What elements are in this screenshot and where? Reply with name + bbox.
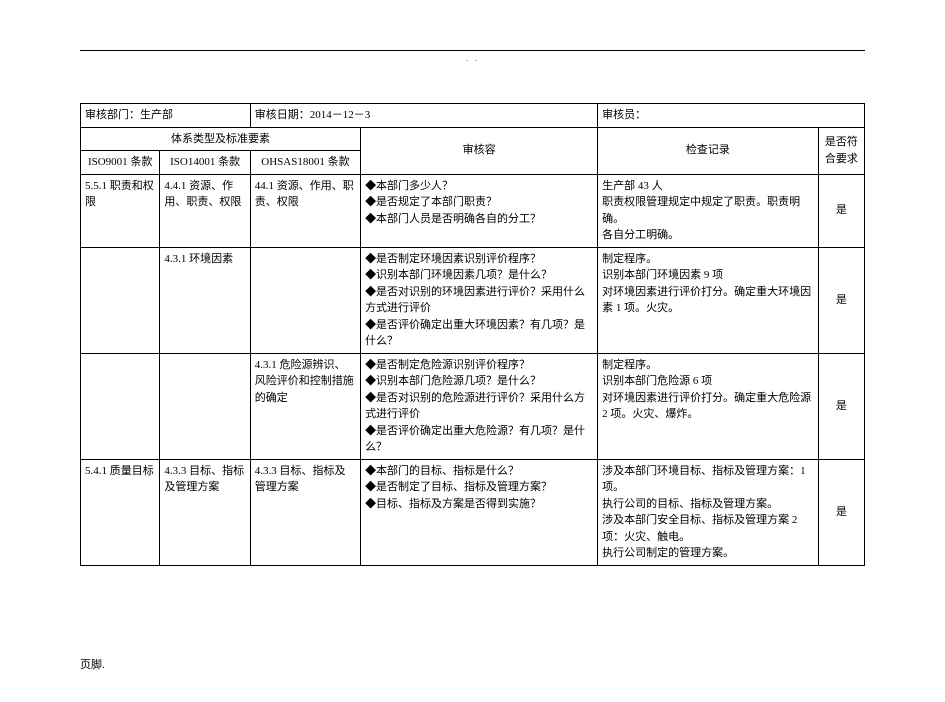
header-mark: . . — [80, 53, 865, 63]
date-value: 2014－12－3 — [310, 109, 371, 121]
header-system-type: 体系类型及标准要素 — [81, 127, 361, 151]
info-row: 审核部门：生产部 审核日期：2014－12－3 审核员： — [81, 104, 865, 128]
date-label: 审核日期： — [255, 109, 310, 121]
cell-ohsas: 4.3.1 危险源辨识、风险评价和控制措施的确定 — [250, 353, 360, 459]
date-cell: 审核日期：2014－12－3 — [250, 104, 597, 128]
dept-label: 审核部门： — [85, 109, 140, 121]
cell-iso14001: 4.3.1 环境因素 — [160, 247, 250, 353]
cell-ohsas: 44.1 资源、作用、职责、权限 — [250, 174, 360, 247]
cell-record: 涉及本部门环境目标、指标及管理方案：1 项。执行公司的目标、指标及管理方案。涉及… — [598, 459, 819, 565]
header-record: 检查记录 — [598, 127, 819, 174]
dept-value: 生产部 — [140, 109, 173, 121]
cell-iso9001 — [81, 353, 160, 459]
auditor-cell: 审核员： — [598, 104, 865, 128]
header-conform: 是否符合要求 — [818, 127, 864, 174]
page-footer: 页脚. — [80, 656, 865, 672]
cell-content: ◆本部门的目标、指标是什么？◆是否制定了目标、指标及管理方案？◆目标、指标及方案… — [361, 459, 598, 565]
header-row-1: 体系类型及标准要素 审核容 检查记录 是否符合要求 — [81, 127, 865, 151]
cell-iso9001: 5.5.1 职责和权限 — [81, 174, 160, 247]
cell-conform: 是 — [818, 247, 864, 353]
header-ohsas: OHSAS18001 条款 — [250, 151, 360, 175]
cell-conform: 是 — [818, 174, 864, 247]
cell-conform: 是 — [818, 353, 864, 459]
dept-cell: 审核部门：生产部 — [81, 104, 251, 128]
cell-iso14001: 4.3.3 目标、指标及管理方案 — [160, 459, 250, 565]
cell-content: ◆是否制定环境因素识别评价程序？◆识别本部门环境因素几项？是什么？◆是否对识别的… — [361, 247, 598, 353]
cell-iso14001 — [160, 353, 250, 459]
table-row: 4.3.1 环境因素 ◆是否制定环境因素识别评价程序？◆识别本部门环境因素几项？… — [81, 247, 865, 353]
audit-table: 审核部门：生产部 审核日期：2014－12－3 审核员： 体系类型及标准要素 审… — [80, 103, 865, 566]
cell-ohsas: 4.3.3 目标、指标及管理方案 — [250, 459, 360, 565]
auditor-label: 审核员： — [602, 109, 646, 121]
cell-iso9001 — [81, 247, 160, 353]
table-row: 5.5.1 职责和权限 4.4.1 资源、作用、职责、权限 44.1 资源、作用… — [81, 174, 865, 247]
cell-content: ◆是否制定危险源识别评价程序？◆识别本部门危险源几项？是什么？◆是否对识别的危险… — [361, 353, 598, 459]
header-audit-content: 审核容 — [361, 127, 598, 174]
cell-record: 制定程序。识别本部门危险源 6 项对环境因素进行评价打分。确定重大危险源 2 项… — [598, 353, 819, 459]
header-iso9001: ISO9001 条款 — [81, 151, 160, 175]
cell-record: 制定程序。识别本部门环境因素 9 项对环境因素进行评价打分。确定重大环境因素 1… — [598, 247, 819, 353]
cell-iso14001: 4.4.1 资源、作用、职责、权限 — [160, 174, 250, 247]
cell-ohsas — [250, 247, 360, 353]
cell-iso9001: 5.4.1 质量目标 — [81, 459, 160, 565]
table-row: 5.4.1 质量目标 4.3.3 目标、指标及管理方案 4.3.3 目标、指标及… — [81, 459, 865, 565]
table-row: 4.3.1 危险源辨识、风险评价和控制措施的确定 ◆是否制定危险源识别评价程序？… — [81, 353, 865, 459]
header-iso14001: ISO14001 条款 — [160, 151, 250, 175]
cell-content: ◆本部门多少人？◆是否规定了本部门职责？◆本部门人员是否明确各自的分工？ — [361, 174, 598, 247]
cell-conform: 是 — [818, 459, 864, 565]
cell-record: 生产部 43 人职责权限管理规定中规定了职责。职责明确。各自分工明确。 — [598, 174, 819, 247]
page-rule-1 — [80, 50, 865, 51]
